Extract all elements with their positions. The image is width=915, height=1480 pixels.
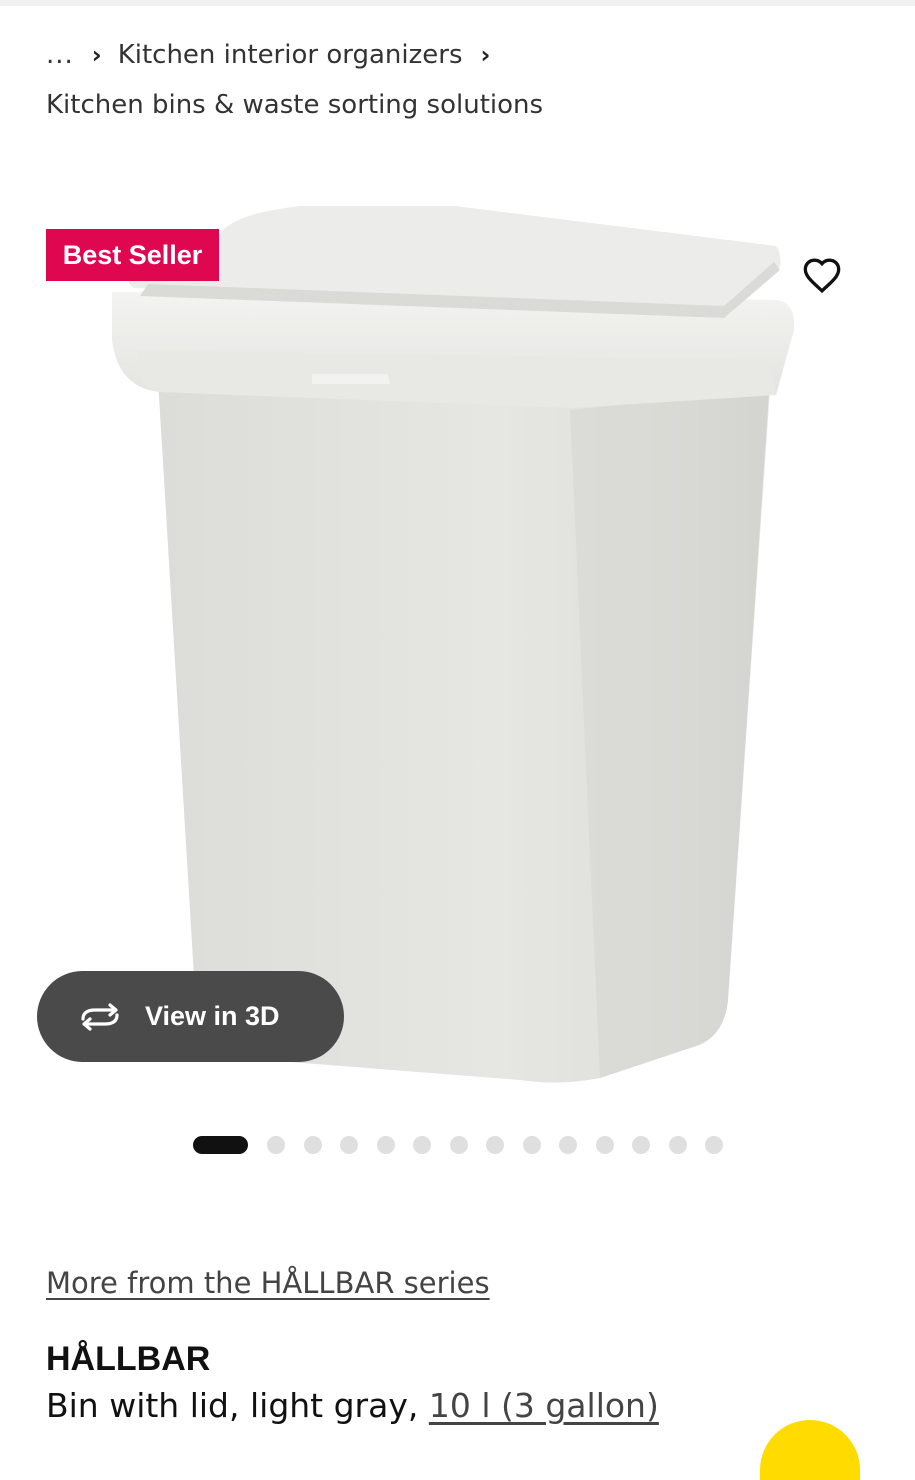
carousel-dot[interactable] — [559, 1136, 577, 1154]
heart-icon — [803, 258, 841, 294]
product-description-text: Bin with lid, light gray, — [46, 1386, 429, 1425]
favorite-button[interactable] — [779, 232, 865, 318]
breadcrumb-item-kitchen-interior-organizers[interactable]: Kitchen interior organizers — [118, 40, 463, 70]
chevron-right-icon: › — [480, 41, 491, 69]
carousel-dot[interactable] — [267, 1136, 285, 1154]
carousel-dot[interactable] — [303, 1136, 322, 1154]
view-in-3d-label: View in 3D — [145, 1001, 280, 1031]
carousel-dot[interactable] — [522, 1136, 541, 1154]
series-link[interactable]: More from the HÅLLBAR series — [46, 1266, 490, 1300]
floating-action-button[interactable] — [760, 1420, 860, 1480]
breadcrumb-item-kitchen-bins[interactable]: Kitchen bins & waste sorting solutions — [46, 90, 543, 120]
rotate-3d-icon — [77, 1002, 123, 1032]
carousel-dot[interactable] — [632, 1136, 650, 1154]
product-name: HÅLLBAR — [46, 1340, 211, 1378]
chevron-right-icon: › — [91, 41, 102, 69]
breadcrumb-ellipsis[interactable]: ... — [46, 40, 74, 70]
carousel-dot[interactable] — [340, 1136, 358, 1154]
carousel-dot-active[interactable] — [193, 1136, 248, 1154]
carousel-dot[interactable] — [486, 1136, 504, 1154]
top-divider — [0, 0, 915, 6]
best-seller-badge: Best Seller — [46, 229, 219, 281]
carousel-dot[interactable] — [668, 1136, 687, 1154]
view-in-3d-button[interactable]: View in 3D — [37, 971, 344, 1062]
size-link[interactable]: 10 l (3 gallon) — [429, 1386, 659, 1425]
carousel-dot[interactable] — [595, 1136, 614, 1154]
carousel-dot[interactable] — [449, 1136, 468, 1154]
carousel-dot[interactable] — [376, 1136, 395, 1154]
carousel-indicator — [193, 1135, 742, 1155]
product-description: Bin with lid, light gray, 10 l (3 gallon… — [46, 1386, 659, 1425]
carousel-dot[interactable] — [705, 1136, 723, 1154]
product-image[interactable] — [0, 170, 915, 1110]
carousel-dot[interactable] — [413, 1136, 431, 1154]
